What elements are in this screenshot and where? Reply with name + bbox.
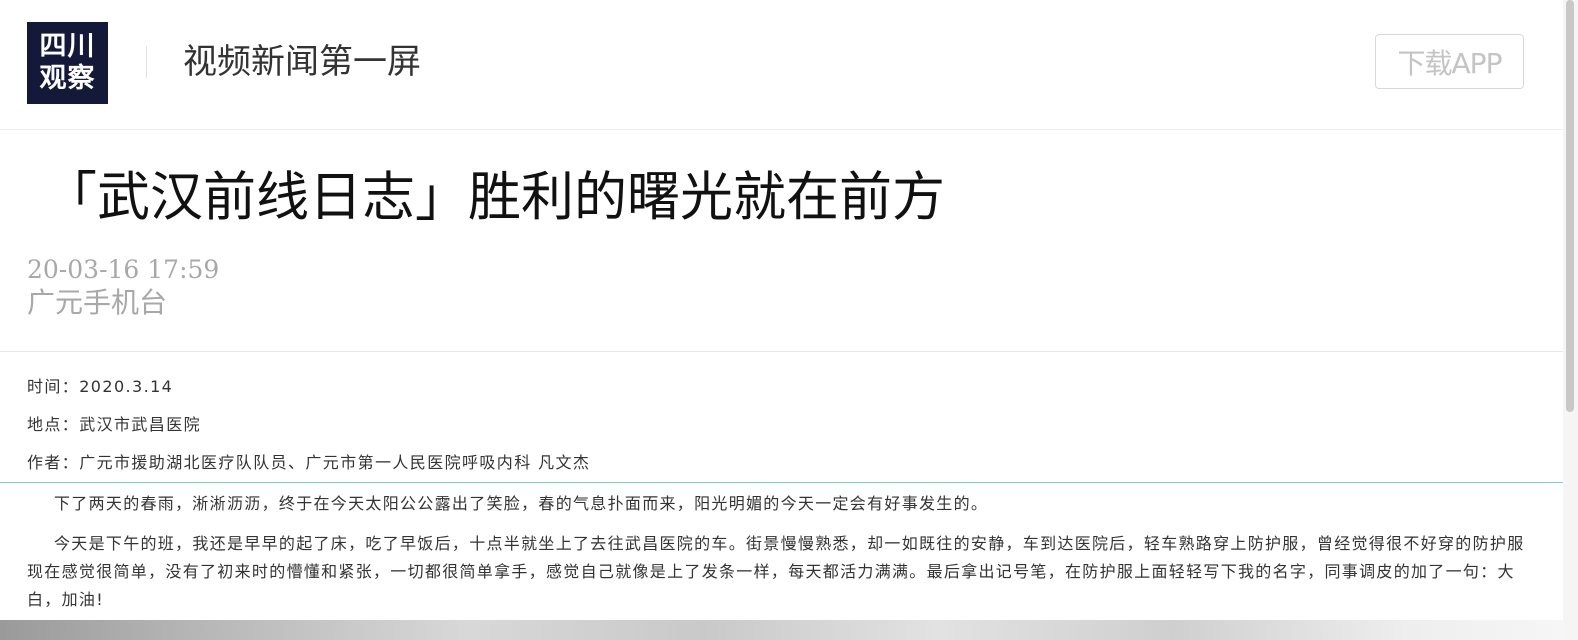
site-logo[interactable]: 四川 观察 <box>27 22 108 104</box>
logo-text-line2: 观察 <box>39 63 96 94</box>
header-divider <box>146 46 147 78</box>
meta-author: 作者：广元市援助湖北医疗队队员、广元市第一人民医院呼吸内科 凡文杰 <box>27 453 591 472</box>
publish-time: 20-03-16 17:59 <box>27 255 220 284</box>
article-image <box>0 620 1563 640</box>
meta-time: 时间：2020.3.14 <box>27 377 174 396</box>
article-title: 「武汉前线日志」胜利的曙光就在前方 <box>44 167 945 228</box>
download-app-button[interactable]: 下载APP <box>1375 34 1524 89</box>
content-divider <box>0 482 1563 483</box>
page: 四川 观察 视频新闻第一屏 下载APP 「武汉前线日志」胜利的曙光就在前方 20… <box>0 0 1578 640</box>
site-header: 四川 观察 视频新闻第一屏 下载APP <box>0 0 1568 130</box>
article-source: 广元手机台 <box>27 286 168 319</box>
section-divider <box>0 351 1563 352</box>
meta-location: 地点：武汉市武昌医院 <box>27 415 202 434</box>
article-paragraph: 今天是下午的班，我还是早早的起了床，吃了早饭后，十点半就坐上了去往武昌医院的车。… <box>27 534 1525 609</box>
logo-text-line1: 四川 <box>39 31 96 62</box>
scrollbar-thumb[interactable] <box>1566 0 1574 412</box>
article-paragraph: 下了两天的春雨，淅淅沥沥，终于在今天太阳公公露出了笑脸，春的气息扑面而来，阳光明… <box>54 494 989 513</box>
site-name: 视频新闻第一屏 <box>183 42 421 82</box>
